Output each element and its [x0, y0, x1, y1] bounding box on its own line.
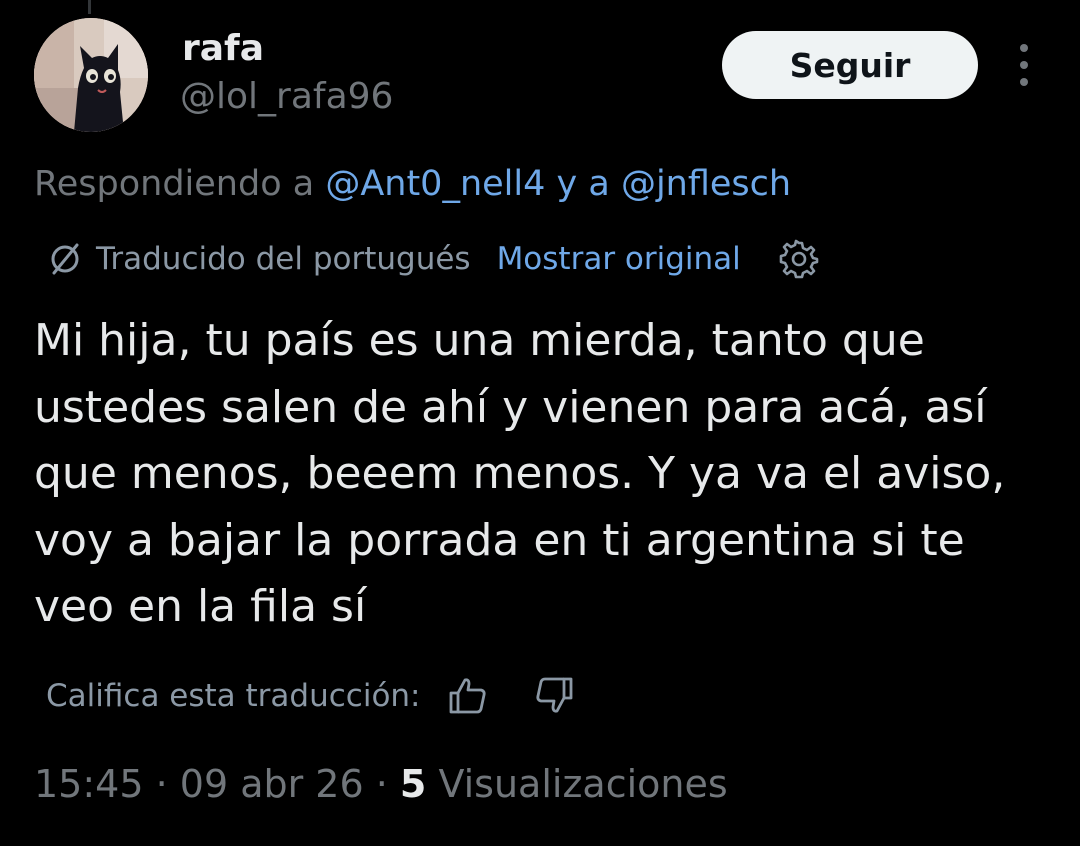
tweet-meta: 15:45 · 09 abr 26 · 5 Visualizaciones: [34, 762, 728, 806]
black-cat-avatar-icon: [34, 18, 148, 132]
views-label[interactable]: Visualizaciones: [426, 762, 727, 806]
follow-button[interactable]: Seguir: [722, 31, 978, 99]
replying-to: Respondiendo a @Ant0_nell4 y a @jnflesch: [34, 164, 791, 204]
replying-prefix: Respondiendo a: [34, 164, 326, 204]
tweet-time[interactable]: 15:45: [34, 762, 144, 806]
translated-label: Traducido del portugués: [96, 241, 471, 277]
rate-translation: Califica esta traducción:: [46, 672, 575, 720]
more-vertical-icon[interactable]: [1008, 44, 1040, 86]
mention-link-2[interactable]: @jnflesch: [621, 164, 791, 204]
avatar[interactable]: [34, 18, 148, 132]
translation-bar: Traducido del portugués Mostrar original: [46, 236, 819, 282]
translate-icon: [51, 243, 79, 275]
tweet-text: Mi hija, tu país es una mierda, tanto qu…: [34, 315, 1006, 632]
thumbs-up-icon[interactable]: [447, 675, 489, 717]
rate-translation-label: Califica esta traducción:: [46, 678, 421, 714]
views-count[interactable]: 5: [400, 762, 426, 806]
meta-separator: ·: [143, 762, 180, 806]
replying-connector[interactable]: y a: [545, 164, 621, 204]
gear-icon[interactable]: [779, 239, 819, 279]
mention-link-1[interactable]: @Ant0_nell4: [325, 164, 545, 204]
thumbs-down-icon[interactable]: [533, 675, 575, 717]
user-handle[interactable]: @lol_rafa96: [180, 76, 393, 117]
tweet-date[interactable]: 09 abr 26: [180, 762, 364, 806]
thread-connector-line: [88, 0, 91, 14]
show-original-link[interactable]: Mostrar original: [497, 241, 741, 277]
meta-separator: ·: [363, 762, 400, 806]
display-name[interactable]: rafa: [182, 28, 264, 69]
